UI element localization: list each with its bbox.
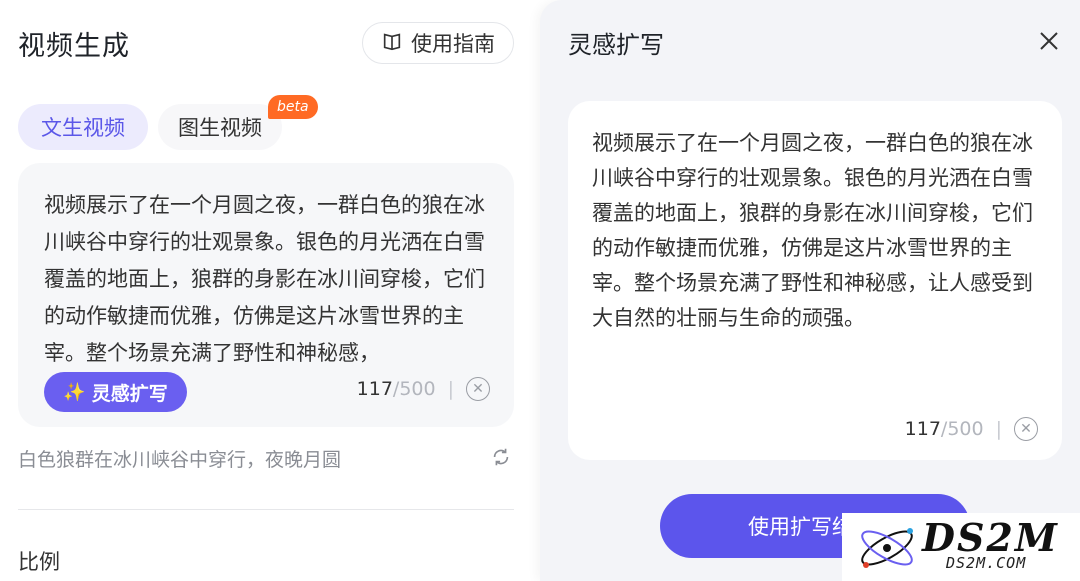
counter-divider: |	[995, 418, 1002, 440]
clear-icon[interactable]: ✕	[1014, 417, 1038, 441]
clear-icon[interactable]: ✕	[466, 377, 490, 401]
atom-logo-icon	[861, 528, 913, 568]
char-count: 117	[356, 378, 393, 400]
inspire-expand-drawer: 灵感扩写 视频展示了在一个月圆之夜，一群白色的狼在冰川峡谷中穿行的壮观景象。银色…	[540, 0, 1080, 581]
char-max: /500	[392, 378, 436, 400]
inspire-expand-label: 灵感扩写	[91, 382, 168, 405]
prompt-suggestion[interactable]: 白色狼群在冰川峡谷中穿行，夜晚月圆	[18, 445, 341, 472]
counter-divider: |	[447, 378, 454, 400]
expanded-result-text[interactable]: 视频展示了在一个月圆之夜，一群白色的狼在冰川峡谷中穿行的壮观景象。银色的月光洒在…	[592, 126, 1042, 336]
char-counter: 117 /500 | ✕	[357, 377, 490, 401]
video-generation-panel: 视频生成 使用指南 文生视频 图生视频 beta 视频展示了在一个月圆之夜，一群…	[0, 0, 540, 581]
aspect-ratio-label: 比例	[18, 550, 60, 574]
expanded-char-counter: 117 /500 | ✕	[905, 417, 1038, 441]
beta-badge: beta	[268, 95, 318, 119]
drawer-title: 灵感扩写	[568, 31, 664, 59]
tab-image-to-video[interactable]: 图生视频	[158, 104, 282, 150]
inspire-expand-button[interactable]: ✨ 灵感扩写	[44, 372, 187, 412]
magic-wand-icon: ✨	[63, 381, 86, 403]
refresh-icon[interactable]	[490, 446, 512, 468]
char-max: /500	[940, 418, 984, 440]
close-icon[interactable]	[1038, 30, 1060, 52]
page-title: 视频生成	[18, 31, 130, 62]
expanded-result-card: 视频展示了在一个月圆之夜，一群白色的狼在冰川峡谷中穿行的壮观景象。银色的月光洒在…	[568, 101, 1062, 460]
watermark-logo: DS2M DS2M.COM	[842, 513, 1080, 581]
watermark-sub-text: DS2M.COM	[946, 554, 1027, 572]
book-icon	[381, 30, 403, 57]
section-divider	[18, 509, 514, 510]
user-guide-label: 使用指南	[411, 32, 495, 56]
user-guide-button[interactable]: 使用指南	[362, 22, 514, 64]
prompt-card: 视频展示了在一个月圆之夜，一群白色的狼在冰川峡谷中穿行的壮观景象。银色的月光洒在…	[18, 163, 514, 427]
tab-text-to-video[interactable]: 文生视频	[18, 104, 148, 150]
char-count: 117	[904, 418, 941, 440]
prompt-input[interactable]: 视频展示了在一个月圆之夜，一群白色的狼在冰川峡谷中穿行的壮观景象。银色的月光洒在…	[44, 187, 496, 372]
